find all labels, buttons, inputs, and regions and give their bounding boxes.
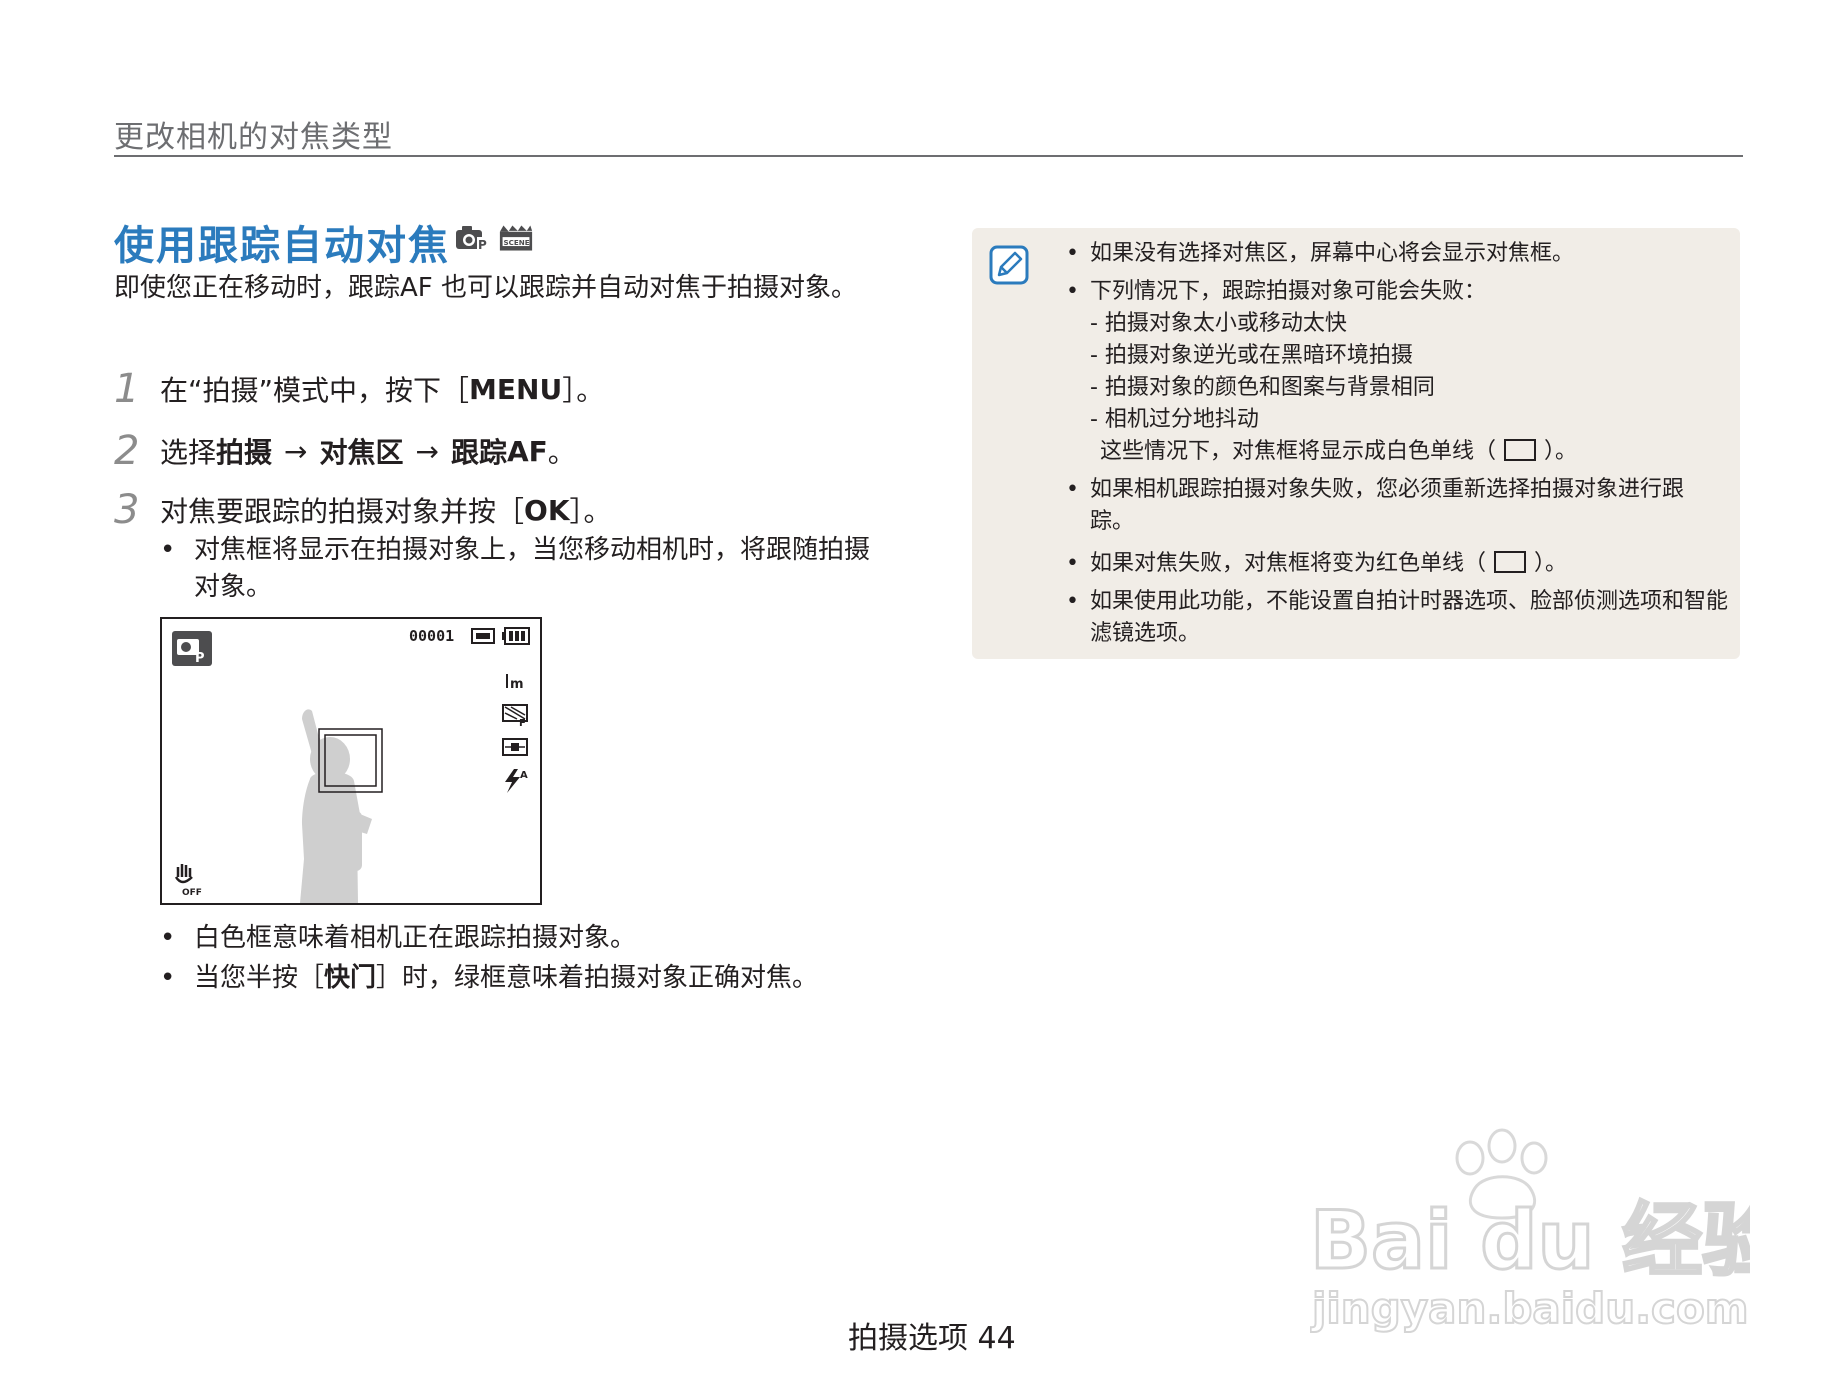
- resolution-icon: m: [506, 674, 524, 692]
- note-text: 如果对焦失败，对焦框将变为红色单线（: [1090, 551, 1487, 576]
- camera-screen-graphic: P 00001 m F A OFF: [172, 627, 530, 903]
- bullet-text-suffix: ］时，绿框意味着拍摄对象正确对焦。: [376, 963, 819, 993]
- note-sub-item: - 拍摄对象太小或移动太快: [1090, 311, 1347, 336]
- bullet-dot: •: [160, 535, 176, 565]
- menu-item-tracking: 跟踪: [450, 436, 507, 469]
- watermark-brand: Bai du 经验: [1310, 1194, 1750, 1287]
- metering-icon: [502, 738, 528, 756]
- note-text: 如果使用此功能，不能设置自拍计时器选项、脸部侦测选项和智能滤镜选项。: [1090, 589, 1729, 646]
- note-text: 下列情况下，跟踪拍摄对象可能会失败：: [1090, 279, 1487, 304]
- page-footer: 拍摄选项 44: [848, 1313, 1016, 1357]
- bullet-dot: •: [1066, 551, 1079, 576]
- bullet-dot: •: [1066, 477, 1079, 502]
- shutter-bullet: • 当您半按［快门］时，绿框意味着拍摄对象正确对焦。: [160, 960, 900, 997]
- step-number: 3: [114, 487, 140, 533]
- svg-text:OFF: OFF: [182, 888, 202, 898]
- baidu-watermark: Bai du 经验 jingyan.baidu.com: [1310, 1128, 1750, 1334]
- mode-icons: P SCENE: [455, 224, 533, 252]
- note-item: • 如果没有选择对焦区，屏幕中心将会显示对焦框。: [1066, 238, 1726, 270]
- step-3-bullet: • 对焦框将显示在拍摄对象上，当您移动相机时，将跟随拍摄对象。: [160, 532, 870, 606]
- bullet-text: 白色框意味着相机正在跟踪拍摄对象。: [194, 923, 637, 953]
- ok-key: OK: [524, 493, 570, 527]
- red-single-frame-icon: [1494, 551, 1527, 573]
- shot-counter: 00001: [409, 627, 454, 645]
- menu-item-focus-area: 对焦区: [319, 436, 404, 469]
- step-text: 选择: [160, 436, 217, 469]
- red-frame-note: • 如果对焦失败，对焦框将变为红色单线（ ）。: [1066, 548, 1726, 580]
- note-text-suffix: ）。: [1544, 439, 1578, 464]
- quality-icon: F: [502, 704, 528, 729]
- svg-text:P: P: [478, 238, 487, 252]
- section-header: 更改相机的对焦类型: [114, 120, 393, 155]
- intro-text: 即使您正在移动时，跟踪AF 也可以跟踪并自动对焦于拍摄对象。: [114, 273, 858, 303]
- svg-text:F: F: [519, 718, 526, 729]
- shutter-key: 快门: [324, 963, 377, 993]
- page-title: 使用跟踪自动对焦: [114, 223, 450, 269]
- ois-off-icon: OFF: [174, 864, 202, 898]
- svg-text:P: P: [195, 651, 205, 666]
- menu-item-tracking-af: AF: [507, 434, 548, 468]
- page-number: 44: [977, 1321, 1016, 1356]
- note-text: 如果没有选择对焦区，屏幕中心将会显示对焦框。: [1090, 241, 1575, 266]
- note-text: 这些情况下，对焦框将显示成白色单线（: [1100, 439, 1497, 464]
- bullet-dot: •: [160, 963, 176, 993]
- bullet-dot: •: [1066, 279, 1079, 304]
- note-text: 如果相机跟踪拍摄对象失败，您必须重新选择拍摄对象进行跟踪。: [1090, 477, 1685, 534]
- watermark-url: jingyan.baidu.com: [1310, 1284, 1749, 1333]
- note-item: • 下列情况下，跟踪拍摄对象可能会失败：: [1066, 276, 1726, 308]
- program-mode-icon: P: [456, 226, 488, 252]
- note-item: • 如果相机跟踪拍摄对象失败，您必须重新选择拍摄对象进行跟踪。: [1066, 474, 1706, 538]
- white-frame-bullet: • 白色框意味着相机正在跟踪拍摄对象。: [160, 920, 880, 957]
- note-item: • 如果使用此功能，不能设置自拍计时器选项、脸部侦测选项和智能滤镜选项。: [1066, 586, 1730, 650]
- note-icon: [989, 245, 1029, 285]
- scene-mode-icon: SCENE: [499, 225, 533, 251]
- step-text: 在“拍摄”模式中，按下［: [160, 374, 470, 407]
- svg-text:m: m: [510, 677, 524, 692]
- step-suffix: 。: [547, 436, 576, 469]
- step-3: 3 对焦要跟踪的拍摄对象并按［ OK ］。: [114, 487, 612, 533]
- camera-screen-illustration: P 00001 m F A OFF: [160, 617, 542, 905]
- menu-item-shooting: 拍摄: [216, 436, 273, 469]
- svg-text:SCENE: SCENE: [503, 238, 529, 247]
- step-suffix: ］。: [569, 495, 612, 528]
- step-suffix: ］。: [562, 374, 605, 407]
- white-frame-note: 这些情况下，对焦框将显示成白色单线（ ）。: [1100, 436, 1577, 468]
- note-sub-item: - 拍摄对象的颜色和图案与背景相同: [1090, 375, 1435, 400]
- subject-silhouette: [300, 709, 372, 903]
- footer-label: 拍摄选项: [848, 1321, 968, 1356]
- white-single-frame-icon: [1504, 439, 1537, 461]
- arrow-icon: →: [284, 434, 308, 468]
- internal-memory-icon: [471, 628, 495, 644]
- step-number: 2: [114, 428, 140, 474]
- note-sub-item: - 拍摄对象逆光或在黑暗环境拍摄: [1090, 343, 1413, 368]
- program-mode-icon: P: [172, 631, 212, 666]
- bullet-dot: •: [160, 923, 176, 953]
- menu-key: MENU: [469, 372, 563, 406]
- arrow-icon: →: [415, 434, 439, 468]
- svg-text:A: A: [520, 770, 528, 781]
- bullet-text: 对焦框将显示在拍摄对象上，当您移动相机时，将跟随拍摄对象。: [194, 535, 871, 602]
- step-text: 对焦要跟踪的拍摄对象并按［: [160, 495, 525, 528]
- bullet-dot: •: [1066, 241, 1079, 266]
- battery-icon: [502, 627, 530, 645]
- step-number: 1: [114, 366, 140, 412]
- note-sub-item: - 相机过分地抖动: [1090, 407, 1259, 432]
- bullet-dot: •: [1066, 589, 1079, 614]
- step-2: 2 选择 拍摄 → 对焦区 → 跟踪 AF 。: [114, 428, 576, 474]
- bullet-text: 当您半按［: [194, 963, 325, 993]
- step-1: 1 在“拍摄”模式中，按下［ MENU ］。: [114, 366, 604, 412]
- header-divider: [114, 155, 1743, 157]
- flash-auto-icon: A: [505, 769, 528, 793]
- note-text-suffix: ）。: [1534, 551, 1568, 576]
